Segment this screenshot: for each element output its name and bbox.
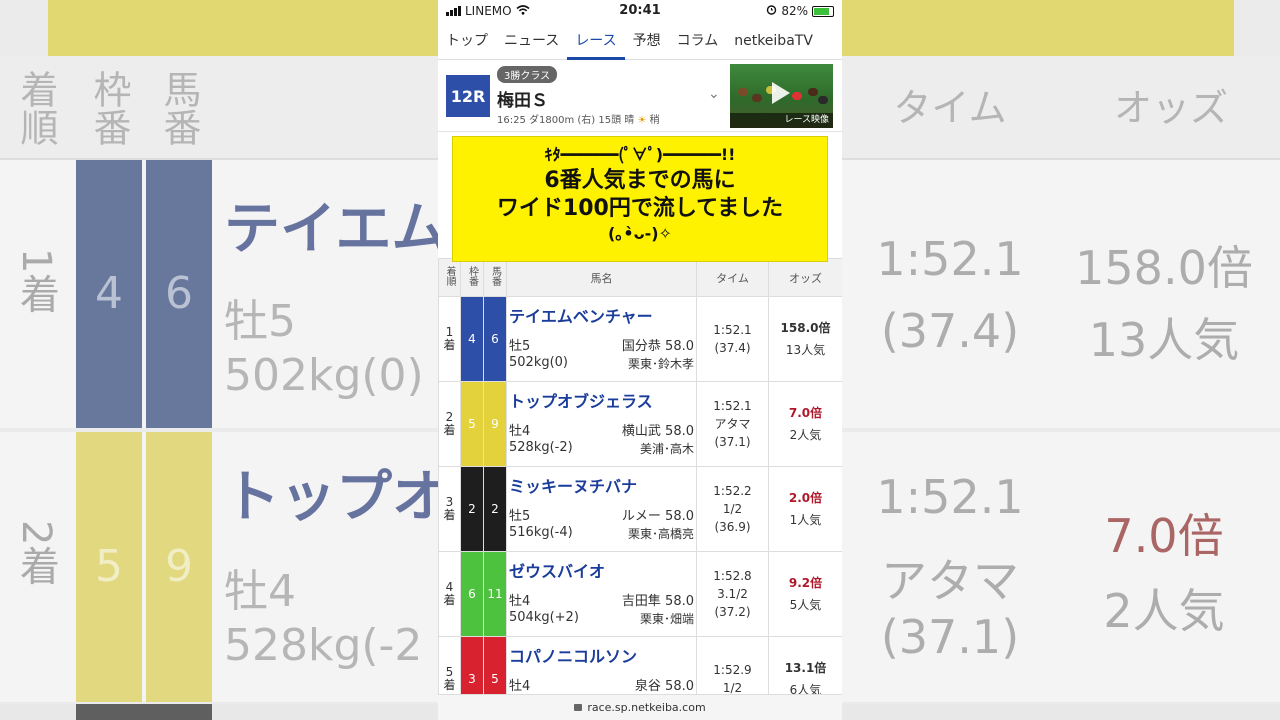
tab-prediction[interactable]: 予想	[625, 26, 669, 60]
trainer[interactable]: 栗東･鈴木孝	[628, 355, 694, 372]
rank-cell: 2着	[438, 381, 461, 467]
jockey-weight[interactable]: 泉谷 58.0	[635, 675, 694, 694]
popularity: 5人気	[789, 598, 822, 612]
race-number-badge: 12R	[446, 75, 490, 117]
popularity: 13人気	[785, 343, 826, 357]
url-bar[interactable]: race.sp.netkeiba.com	[438, 694, 842, 720]
number-cell: 9	[483, 381, 507, 467]
caption-line-1: ｷﾀ━━━━━━(ﾟ∀ﾟ)━━━━━━!!	[544, 145, 736, 164]
header-num: 馬番	[483, 258, 507, 297]
horse-cell: トップオブジェラス 牡4 横山武 58.0 528kg(-2) 美浦･高木	[506, 381, 697, 467]
trainer[interactable]: 栗東･畑端	[640, 610, 694, 627]
odds: 13.1倍	[784, 661, 827, 675]
jockey-weight[interactable]: 吉田隼 58.0	[622, 590, 694, 609]
popularity: 2人気	[789, 428, 822, 442]
header-name: 馬名	[506, 258, 697, 297]
jockey-weight[interactable]: 国分恭 58.0	[622, 335, 694, 354]
table-row[interactable]: 3着 2 2 ミッキーヌチバナ 牡5 ルメー 58.0 516kg(-4) 栗東…	[438, 466, 842, 552]
horse-name-link[interactable]: テイエムベンチャー	[509, 303, 653, 327]
odds-cell: 9.2倍 5人気	[768, 551, 842, 637]
odds-cell: 2.0倍 1人気	[768, 466, 842, 552]
status-right: 82%	[766, 4, 834, 18]
url-text: race.sp.netkeiba.com	[587, 701, 706, 714]
body-weight: 504kg(+2)	[509, 610, 579, 625]
play-icon[interactable]	[772, 82, 790, 104]
caption-line-3: ワイド100円で流してました	[496, 196, 784, 221]
odds: 9.2倍	[788, 576, 823, 590]
sex-age: 牡5	[509, 509, 531, 524]
tab-netkeibatv[interactable]: netkeibaTV	[726, 26, 821, 60]
sun-icon: ☀	[637, 115, 647, 126]
chevron-down-icon[interactable]: ⌄	[708, 86, 720, 102]
table-row[interactable]: 1着 4 6 テイエムベンチャー 牡5 国分恭 58.0 502kg(0) 栗東…	[438, 296, 842, 382]
odds: 7.0倍	[788, 406, 823, 420]
popularity: 1人気	[789, 513, 822, 527]
trainer[interactable]: 栗東･高橋亮	[628, 525, 694, 542]
race-class-badge: 3勝クラス	[497, 66, 558, 83]
horse-cell: テイエムベンチャー 牡5 国分恭 58.0 502kg(0) 栗東･鈴木孝	[506, 296, 697, 382]
odds-cell: 158.0倍 13人気	[768, 296, 842, 382]
number-cell: 2	[483, 466, 507, 552]
tab-top[interactable]: トップ	[438, 26, 496, 60]
body-weight: 528kg(-2)	[509, 440, 573, 455]
body-weight: 502kg(0)	[509, 355, 569, 370]
caption-line-4: (｡•̀ᴗ-)✧	[608, 224, 672, 243]
horse-name-link[interactable]: ミッキーヌチバナ	[509, 473, 637, 497]
jockey-weight[interactable]: ルメー 58.0	[622, 505, 694, 524]
race-video-thumbnail[interactable]: レース映像	[730, 64, 833, 128]
time-cell: 1:52.8 3.1/2 (37.2)	[696, 551, 769, 637]
header-rank: 着順	[438, 258, 461, 297]
frame-cell: 4	[460, 296, 484, 382]
number-cell: 11	[483, 551, 507, 637]
frame-cell: 5	[460, 381, 484, 467]
race-name: 梅田Ｓ	[497, 91, 548, 111]
battery-percent: 82%	[781, 4, 808, 18]
tab-race[interactable]: レース	[567, 26, 625, 60]
battery-icon	[812, 5, 834, 17]
video-label: レース映像	[730, 113, 833, 128]
sex-age: 牡4	[509, 424, 531, 439]
header-frame: 枠番	[460, 258, 484, 297]
frame-cell: 6	[460, 551, 484, 637]
results-table: 着順 枠番 馬番 馬名 タイム オッズ 1着 4 6 テイエムベンチャー 牡5 …	[438, 258, 842, 720]
odds: 158.0倍	[780, 321, 831, 335]
rank-cell: 4着	[438, 551, 461, 637]
tab-news[interactable]: ニュース	[496, 26, 567, 60]
tab-column[interactable]: コラム	[669, 26, 727, 60]
horse-name-link[interactable]: トップオブジェラス	[509, 388, 653, 412]
header-time: タイム	[696, 258, 769, 297]
body-weight: 516kg(-4)	[509, 525, 573, 540]
status-bar: LINEMO 20:41 82%	[438, 0, 842, 24]
header-odds: オッズ	[768, 258, 842, 297]
race-header[interactable]: 12R 3勝クラス 梅田Ｓ 16:25 ダ1800m (右) 15頭 晴 ☀ 稍…	[438, 62, 842, 132]
frame-cell: 2	[460, 466, 484, 552]
time-cell: 1:52.2 1/2 (36.9)	[696, 466, 769, 552]
alarm-icon	[766, 4, 777, 18]
rank-cell: 3着	[438, 466, 461, 552]
sex-age: 牡4	[509, 679, 531, 694]
rank-cell: 1着	[438, 296, 461, 382]
horse-cell: ゼウスバイオ 牡4 吉田隼 58.0 504kg(+2) 栗東･畑端	[506, 551, 697, 637]
horse-name-link[interactable]: コパノニコルソン	[509, 643, 637, 667]
nav-tabs: トップ ニュース レース 予想 コラム netkeibaTV	[438, 26, 842, 60]
time-cell: 1:52.1 (37.4)	[696, 296, 769, 382]
sex-age: 牡4	[509, 594, 531, 609]
phone-screen: LINEMO 20:41 82% トップ ニュース レース 予想 コラム net…	[438, 0, 842, 720]
caption-overlay: ｷﾀ━━━━━━(ﾟ∀ﾟ)━━━━━━!! 6番人気までの馬に ワイド100円で…	[452, 136, 828, 262]
trainer[interactable]: 美浦･高木	[640, 440, 694, 457]
number-cell: 6	[483, 296, 507, 382]
table-header-row: 着順 枠番 馬番 馬名 タイム オッズ	[438, 258, 842, 297]
jockey-weight[interactable]: 横山武 58.0	[622, 420, 694, 439]
horse-cell: ミッキーヌチバナ 牡5 ルメー 58.0 516kg(-4) 栗東･高橋亮	[506, 466, 697, 552]
horse-name-link[interactable]: ゼウスバイオ	[509, 558, 605, 582]
caption-line-2: 6番人気までの馬に	[544, 168, 736, 193]
table-row[interactable]: 2着 5 9 トップオブジェラス 牡4 横山武 58.0 528kg(-2) 美…	[438, 381, 842, 467]
odds-cell: 7.0倍 2人気	[768, 381, 842, 467]
race-meta: 16:25 ダ1800m (右) 15頭 晴 ☀ 稍	[497, 115, 660, 126]
sex-age: 牡5	[509, 339, 531, 354]
odds: 2.0倍	[788, 491, 823, 505]
time-cell: 1:52.1 アタマ (37.1)	[696, 381, 769, 467]
lock-icon	[574, 704, 583, 711]
table-row[interactable]: 4着 6 11 ゼウスバイオ 牡4 吉田隼 58.0 504kg(+2) 栗東･…	[438, 551, 842, 637]
